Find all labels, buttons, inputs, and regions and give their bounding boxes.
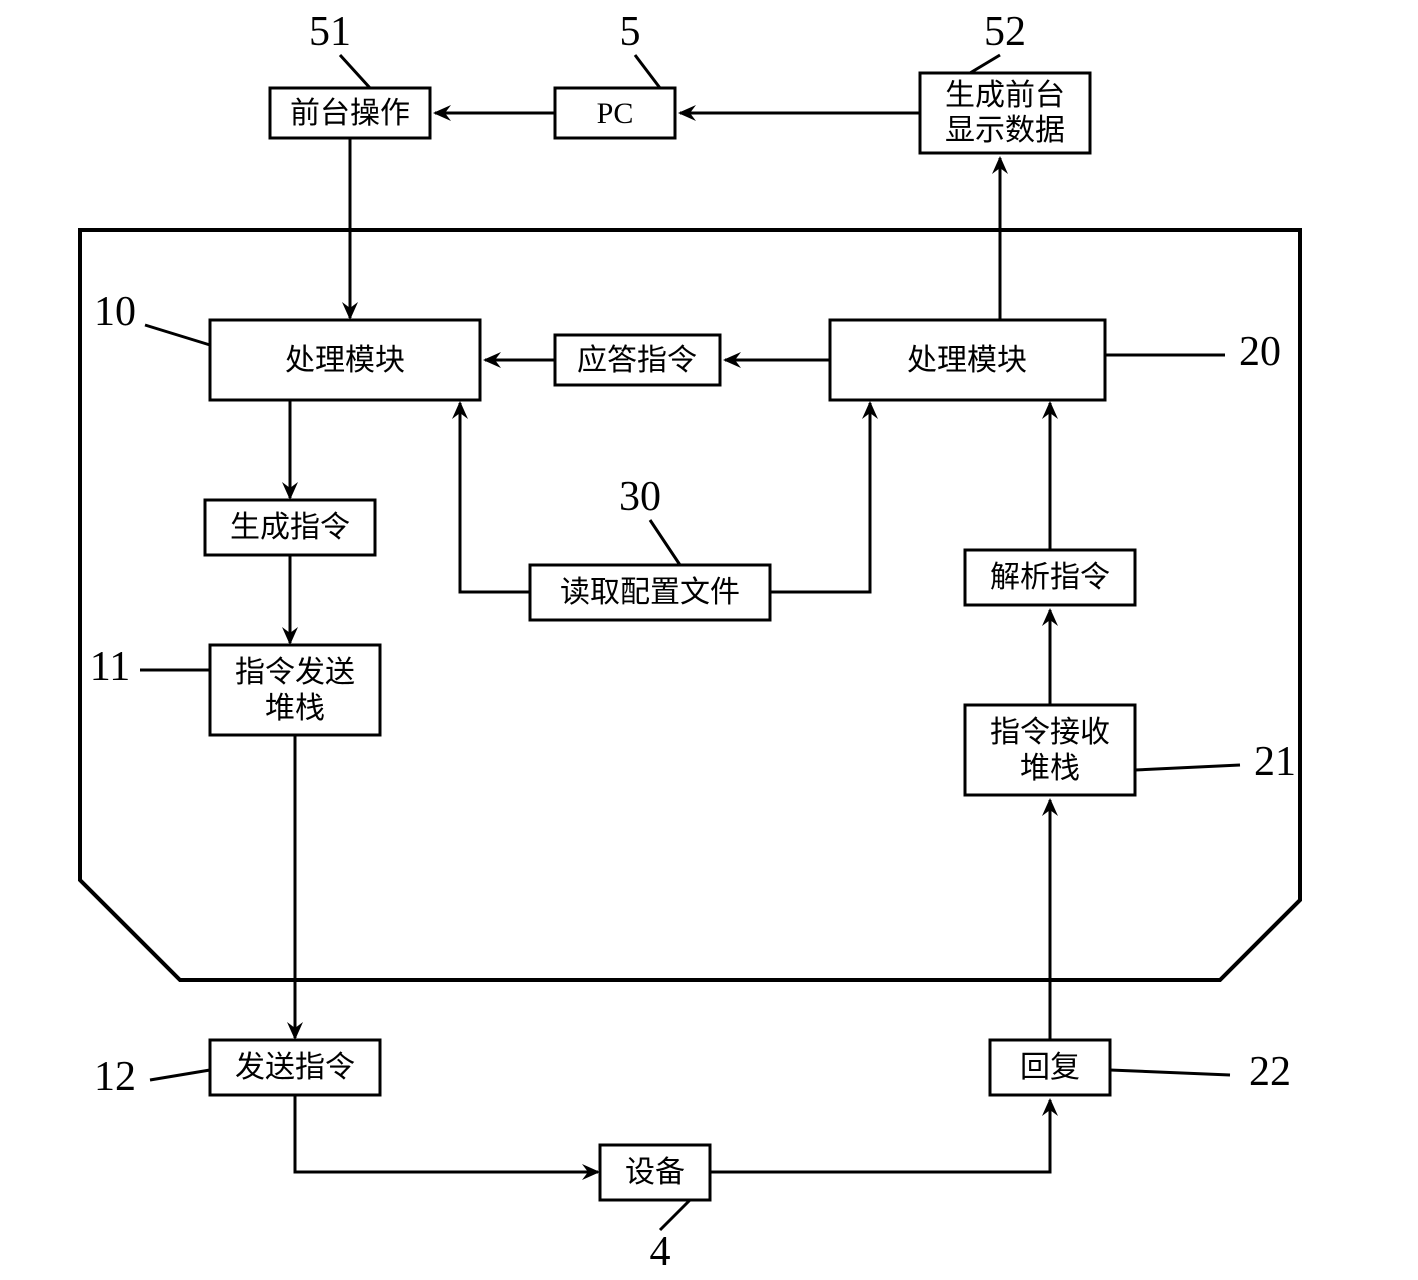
frontend-operation-box: 前台操作 [270, 88, 430, 138]
frontend-operation-label: 前台操作 [290, 97, 410, 130]
read-config-box: 读取配置文件 [530, 565, 770, 620]
reply-box: 回复 [990, 1040, 1110, 1095]
pc-box: PC [555, 88, 675, 138]
resp-cmd-label: 应答指令 [577, 344, 697, 377]
proc-module-left-box: 处理模块 [210, 320, 480, 400]
response-cmd-box: 应答指令 [555, 335, 720, 385]
recv-stack-box: 指令接收 堆栈 [965, 705, 1135, 795]
send-stack-box: 指令发送 堆栈 [210, 645, 380, 735]
gen-display-data-box: 生成前台 显示数据 [920, 73, 1090, 153]
num-22: 22 [1249, 1049, 1291, 1095]
gen-display-l1: 生成前台 [945, 79, 1065, 112]
parse-cmd-box: 解析指令 [965, 550, 1135, 605]
pc-label: PC [597, 97, 634, 130]
device-box: 设备 [600, 1145, 710, 1200]
num-52: 52 [984, 9, 1026, 55]
gen-cmd-box: 生成指令 [205, 500, 375, 555]
num-10: 10 [94, 289, 136, 335]
gen-cmd-label: 生成指令 [230, 511, 350, 544]
send-cmd-label: 发送指令 [235, 1051, 355, 1084]
read-cfg-label: 读取配置文件 [560, 576, 740, 609]
num-30: 30 [619, 474, 661, 520]
send-cmd-box: 发送指令 [210, 1040, 380, 1095]
num-4: 4 [650, 1229, 671, 1275]
num-11: 11 [90, 644, 130, 690]
num-51: 51 [309, 9, 351, 55]
num-21: 21 [1254, 739, 1296, 785]
num-12: 12 [94, 1054, 136, 1100]
proc-module-right-box: 处理模块 [830, 320, 1105, 400]
send-stack-l1: 指令发送 [235, 656, 355, 689]
system-block-diagram: 前台操作 PC 生成前台 显示数据 51 5 52 处理模块 处理模块 10 2… [0, 0, 1418, 1280]
device-label: 设备 [625, 1156, 685, 1189]
proc-left-label: 处理模块 [285, 344, 405, 377]
recv-stack-l1: 指令接收 [990, 716, 1110, 749]
parse-cmd-label: 解析指令 [990, 561, 1110, 594]
recv-stack-l2: 堆栈 [1020, 752, 1080, 785]
proc-right-label: 处理模块 [907, 344, 1027, 377]
reply-label: 回复 [1020, 1051, 1080, 1084]
send-stack-l2: 堆栈 [265, 692, 325, 725]
num-20: 20 [1239, 329, 1281, 375]
gen-display-l2: 显示数据 [945, 114, 1065, 147]
num-5: 5 [620, 9, 641, 55]
